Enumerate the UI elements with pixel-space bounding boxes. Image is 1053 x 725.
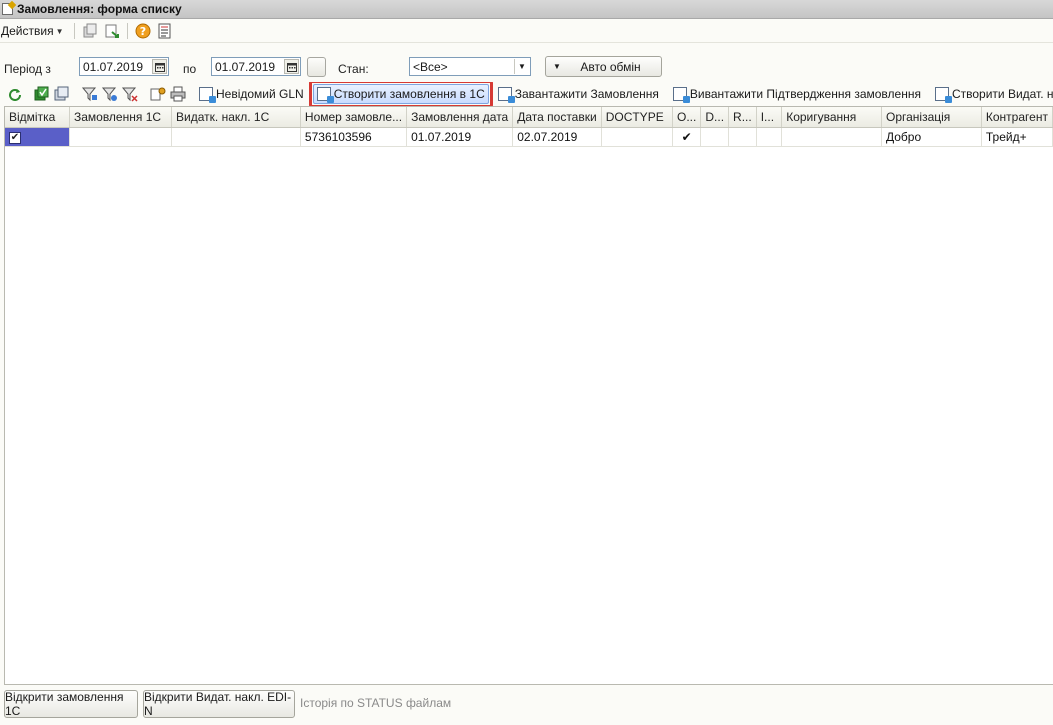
filter-bar: Період з 01.07.2019 по 01.07.2019 Стан: …	[0, 55, 1053, 79]
unknown-gln-button[interactable]: Невідомий GLN	[196, 84, 307, 104]
r-flag-cell[interactable]	[728, 127, 757, 147]
invoice-1c-cell[interactable]	[171, 127, 301, 147]
table-header-row: Відмітка Замовлення 1С Видатк. накл. 1С …	[5, 107, 1053, 128]
table-row[interactable]: ✔ 5736103596 01.07.2019 02.07.2019 ✔ Доб…	[5, 127, 1053, 147]
state-label: Стан:	[338, 62, 369, 76]
counterparty-cell[interactable]: Трейд+	[981, 127, 1053, 147]
menu-separator	[126, 23, 128, 39]
order-1c-cell[interactable]	[69, 127, 173, 147]
auto-exchange-button[interactable]: ▼ Авто обмін	[545, 56, 662, 77]
column-header[interactable]: О...	[672, 107, 702, 128]
upload-document-icon	[672, 87, 690, 103]
help-icon[interactable]: ?	[134, 22, 152, 40]
orders-table[interactable]: Відмітка Замовлення 1С Видатк. накл. 1С …	[4, 106, 1053, 685]
d-flag-cell[interactable]	[700, 127, 730, 147]
column-header[interactable]: Контрагент	[981, 107, 1053, 128]
column-header[interactable]: I...	[756, 107, 783, 128]
settings-icon[interactable]	[150, 85, 166, 103]
calendar-icon[interactable]	[284, 59, 299, 74]
uncheck-all-icon[interactable]	[54, 85, 70, 103]
delivery-date-cell[interactable]: 02.07.2019	[512, 127, 602, 147]
svg-text:?: ?	[139, 25, 145, 38]
filter-icon[interactable]	[82, 85, 98, 103]
o-flag-cell[interactable]: ✔	[672, 127, 702, 147]
highlight-frame: Створити замовлення в 1С	[308, 82, 493, 106]
column-header[interactable]: Коригування	[781, 107, 882, 128]
bottom-bar: Відкрити замовлення 1С Відкрити Видат. н…	[0, 689, 1053, 723]
menu-separator	[73, 23, 75, 39]
check-all-icon[interactable]	[34, 85, 50, 103]
state-select-value: <Все>	[413, 59, 448, 74]
mark-checkbox[interactable]: ✔	[9, 132, 21, 144]
upload-confirmation-button[interactable]: Вивантажити Підтвердження замовлення	[670, 84, 924, 104]
mark-cell[interactable]: ✔	[5, 127, 70, 147]
column-header[interactable]: Номер замовле...	[300, 107, 408, 128]
chevron-down-icon[interactable]: ▼	[514, 59, 529, 74]
filter-settings-icon[interactable]	[102, 85, 118, 103]
column-header[interactable]: D...	[700, 107, 730, 128]
column-header[interactable]: Видатк. накл. 1С	[171, 107, 301, 128]
auto-exchange-label: Авто обмін	[580, 59, 641, 74]
period-to-label: по	[183, 62, 197, 76]
load-orders-label: Завантажити Замовлення	[514, 87, 659, 101]
copy-icon[interactable]	[81, 22, 99, 40]
export-icon[interactable]	[103, 22, 121, 40]
period-from-label: Період з	[4, 62, 51, 76]
column-header[interactable]: Дата поставки	[512, 107, 602, 128]
refresh-icon[interactable]	[8, 85, 22, 103]
window-titlebar: Замовлення: форма списку	[0, 0, 1053, 19]
create-order-1c-label: Створити замовлення в 1С	[333, 87, 485, 101]
open-order-1c-label: Відкрити замовлення 1С	[5, 690, 124, 718]
open-invoice-edi-label: Відкрити Видат. накл. EDI-N	[144, 690, 292, 718]
gln-document-icon	[199, 87, 216, 103]
print-icon[interactable]	[170, 85, 186, 103]
correction-cell[interactable]	[781, 127, 882, 147]
organization-cell[interactable]: Добро	[881, 127, 982, 147]
invoice-document-icon	[934, 87, 952, 103]
window-title: Замовлення: форма списку	[17, 2, 182, 16]
column-header[interactable]: Відмітка	[5, 107, 70, 128]
calendar-icon[interactable]	[152, 59, 167, 74]
column-header[interactable]: Організація	[881, 107, 982, 128]
actions-menu[interactable]: Действия ▼	[1, 24, 70, 38]
create-document-icon	[316, 87, 334, 103]
chevron-down-icon: ▼	[55, 26, 64, 36]
period-to-value: 01.07.2019	[215, 59, 276, 74]
upload-confirmation-label: Вивантажити Підтвердження замовлення	[689, 87, 921, 101]
column-header[interactable]: Замовлення дата	[406, 107, 514, 128]
filter-clear-icon[interactable]	[122, 85, 138, 103]
column-header[interactable]: Замовлення 1С	[69, 107, 173, 128]
create-invoice-button[interactable]: Створити Видат. накл.	[932, 84, 1053, 104]
period-from-value: 01.07.2019	[83, 59, 144, 74]
list-toolbar: Невідомий GLN Створити замовлення в 1С З…	[0, 82, 1053, 106]
create-invoice-label: Створити Видат. накл.	[951, 87, 1053, 101]
column-header[interactable]: DOCTYPE	[601, 107, 674, 128]
chevron-down-icon: ▼	[553, 62, 561, 71]
download-document-icon	[497, 87, 515, 103]
open-order-1c-button[interactable]: Відкрити замовлення 1С	[4, 690, 138, 718]
load-orders-button[interactable]: Завантажити Замовлення	[495, 84, 662, 104]
i-flag-cell[interactable]	[756, 127, 783, 147]
form-edit-icon	[2, 3, 13, 15]
list-settings-icon[interactable]	[156, 22, 174, 40]
period-to-field[interactable]: 01.07.2019	[211, 57, 301, 76]
create-order-1c-button[interactable]: Створити замовлення в 1С	[312, 84, 489, 104]
doctype-cell[interactable]	[601, 127, 674, 147]
orders-grid: Відмітка Замовлення 1С Видатк. накл. 1С …	[5, 107, 1053, 147]
column-header[interactable]: R...	[728, 107, 757, 128]
state-select[interactable]: <Все> ▼	[409, 57, 531, 76]
menu-bar: Действия ▼ ?	[0, 20, 1053, 43]
order-date-cell[interactable]: 01.07.2019	[406, 127, 514, 147]
status-history-link[interactable]: Історія по STATUS файлам	[300, 696, 451, 710]
unknown-gln-label: Невідомий GLN	[216, 87, 304, 101]
open-invoice-edi-button[interactable]: Відкрити Видат. накл. EDI-N	[143, 690, 295, 718]
order-number-cell[interactable]: 5736103596	[300, 127, 408, 147]
period-select-button[interactable]	[307, 57, 326, 77]
actions-menu-label: Действия	[1, 24, 54, 38]
period-from-field[interactable]: 01.07.2019	[79, 57, 169, 76]
